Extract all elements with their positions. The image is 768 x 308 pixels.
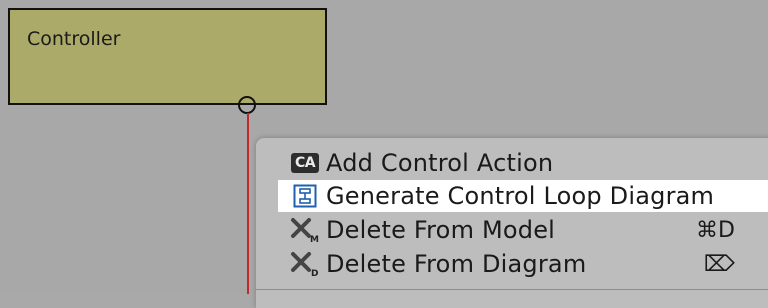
menu-item-label: Generate Control Loop Diagram — [326, 182, 715, 210]
svg-text:D: D — [311, 269, 318, 277]
delete-from-diagram-icon: D — [290, 251, 320, 277]
control-loop-diagram-icon — [290, 183, 320, 209]
context-menu: CA Add Control Action Generate Control L… — [256, 138, 768, 308]
controller-title: Controller — [27, 28, 121, 50]
shortcut-label: ⌦ — [703, 251, 735, 277]
menu-item-delete-from-model[interactable]: M Delete From Model ⌘D — [278, 214, 768, 246]
menu-item-label: Add Control Action — [326, 149, 554, 177]
menu-item-generate-control-loop-diagram[interactable]: Generate Control Loop Diagram — [278, 180, 768, 212]
connection-port[interactable] — [238, 96, 256, 114]
menu-item-add-control-action[interactable]: CA Add Control Action — [278, 147, 768, 179]
controller-block[interactable]: Controller — [8, 8, 327, 105]
menu-item-label: Delete From Diagram — [326, 250, 587, 278]
menu-item-delete-from-diagram[interactable]: D Delete From Diagram ⌦ — [278, 248, 768, 280]
connector-line[interactable] — [247, 113, 249, 294]
menu-item-label: Delete From Model — [326, 216, 556, 244]
diagram-canvas[interactable]: Controller CA Add Control Action Generat… — [0, 0, 768, 308]
control-action-icon: CA — [290, 150, 320, 176]
delete-from-model-icon: M — [290, 217, 320, 243]
shortcut-label: ⌘D — [696, 217, 735, 243]
svg-text:M: M — [310, 235, 319, 243]
menu-separator — [256, 289, 768, 290]
